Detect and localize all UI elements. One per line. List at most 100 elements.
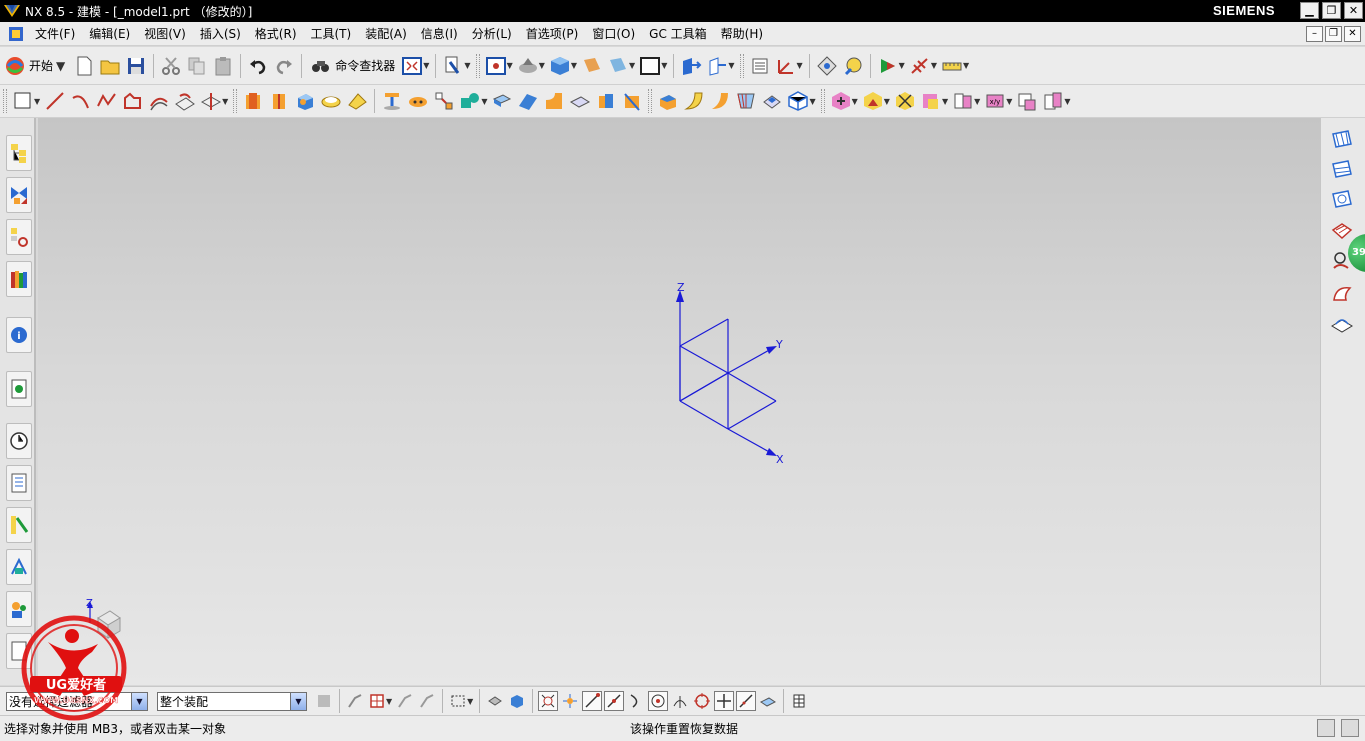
general-selection-icon[interactable]: [344, 689, 366, 713]
doc-minimize-button[interactable]: –: [1306, 26, 1323, 42]
start-button[interactable]: 开始 ▼: [0, 55, 71, 77]
arc-center-icon[interactable]: [648, 691, 669, 711]
analysis-icon[interactable]: [840, 54, 866, 78]
curve-shape-icon[interactable]: [120, 89, 146, 113]
surface-toolbar-icon-7[interactable]: [1330, 314, 1356, 338]
exploded-view-icon[interactable]: [950, 89, 976, 113]
menu-tools[interactable]: 工具(T): [304, 25, 359, 42]
menu-edit[interactable]: 编辑(E): [82, 25, 137, 42]
open-folder-icon[interactable]: [97, 54, 123, 78]
assembly-add-icon[interactable]: [828, 89, 854, 113]
surface-toolbar-icon-3[interactable]: [1330, 188, 1356, 212]
snap-options-icon[interactable]: [559, 689, 581, 713]
cut-icon[interactable]: [158, 54, 184, 78]
doc-restore-button[interactable]: ❐: [1325, 26, 1342, 42]
edge-blend-icon[interactable]: [541, 89, 567, 113]
wcs-orient-icon[interactable]: [773, 54, 799, 78]
web-browser-tab[interactable]: [6, 371, 32, 407]
arc-icon[interactable]: [68, 89, 94, 113]
play-icon[interactable]: [875, 54, 901, 78]
section-view-icon[interactable]: [605, 54, 631, 78]
line-icon[interactable]: [42, 89, 68, 113]
n-sided-icon[interactable]: [759, 89, 785, 113]
hole-icon[interactable]: [379, 89, 405, 113]
point-on-curve-icon[interactable]: [736, 691, 757, 711]
clearance-analysis-icon[interactable]: [1040, 89, 1066, 113]
full-screen-icon[interactable]: [1317, 719, 1335, 737]
sketch-icon[interactable]: [10, 89, 36, 113]
measure-icon[interactable]: [814, 54, 840, 78]
view-orient-icon[interactable]: [579, 54, 605, 78]
grid-select-icon[interactable]: [788, 689, 810, 713]
background-icon[interactable]: [637, 54, 663, 78]
copy-icon[interactable]: [184, 54, 210, 78]
existing-point-icon[interactable]: [714, 691, 735, 711]
chamfer-icon[interactable]: [567, 89, 593, 113]
new-file-icon[interactable]: [71, 54, 97, 78]
boss-icon[interactable]: [405, 89, 431, 113]
wcs-icon[interactable]: [747, 54, 773, 78]
shell-icon[interactable]: [489, 89, 515, 113]
paste-icon[interactable]: [210, 54, 236, 78]
zoom-icon[interactable]: [483, 54, 509, 78]
constraint-navigator-tab[interactable]: [6, 177, 32, 213]
through-curves-icon[interactable]: [707, 89, 733, 113]
restore-button[interactable]: ❐: [1322, 2, 1341, 19]
rotate-view-icon[interactable]: [515, 54, 541, 78]
process-studio-tab[interactable]: [6, 507, 32, 543]
menu-help[interactable]: 帮助(H): [714, 25, 770, 42]
save-icon[interactable]: [123, 54, 149, 78]
body-select-icon[interactable]: [416, 689, 438, 713]
ruler-icon[interactable]: [939, 54, 965, 78]
surface-toolbar-icon-1[interactable]: [1330, 128, 1356, 152]
menu-view[interactable]: 视图(V): [137, 25, 193, 42]
swept-icon[interactable]: [681, 89, 707, 113]
nx-app-icon[interactable]: [8, 26, 24, 42]
mid-point-icon[interactable]: [604, 691, 625, 711]
mirror-assembly-icon[interactable]: [918, 89, 944, 113]
move-layer-icon[interactable]: [704, 54, 730, 78]
feature-select-icon[interactable]: [394, 689, 416, 713]
window-toggle-icon[interactable]: [1341, 719, 1359, 737]
menu-file[interactable]: 文件(F): [28, 25, 82, 42]
selection-scope-select[interactable]: 整个装配 ▼: [157, 691, 307, 711]
menu-format[interactable]: 格式(R): [248, 25, 304, 42]
assembly-navigator-tab[interactable]: [6, 135, 32, 171]
pattern-feature-icon[interactable]: [431, 89, 457, 113]
history-tab[interactable]: [6, 423, 32, 459]
reuse-library-tab[interactable]: [6, 261, 32, 297]
solid-select-icon[interactable]: [506, 689, 528, 713]
part-navigator-tab[interactable]: [6, 219, 32, 255]
quadrant-point-icon[interactable]: [691, 689, 713, 713]
studio-spline-icon[interactable]: [94, 89, 120, 113]
constraint-icon[interactable]: [860, 89, 886, 113]
cone-icon[interactable]: [344, 89, 370, 113]
hd3d-tools-tab[interactable]: i: [6, 317, 32, 353]
tangent-point-icon[interactable]: [669, 689, 691, 713]
menu-assemblies[interactable]: 装配(A): [358, 25, 414, 42]
revolve-icon[interactable]: [266, 89, 292, 113]
datum-csys[interactable]: Z Y X Z: [38, 118, 1320, 685]
block-icon[interactable]: [292, 89, 318, 113]
studio-surface-icon[interactable]: [785, 89, 811, 113]
offset-curve-icon[interactable]: [146, 89, 172, 113]
doc-close-button[interactable]: ✕: [1344, 26, 1361, 42]
thicken-icon[interactable]: [593, 89, 619, 113]
point-on-surface-icon[interactable]: [757, 689, 779, 713]
dimension-icon[interactable]: [907, 54, 933, 78]
move-component-icon[interactable]: [892, 89, 918, 113]
shaded-view-icon[interactable]: [547, 54, 573, 78]
snap-point-filter-icon[interactable]: [366, 689, 388, 713]
combine-icon[interactable]: [457, 89, 483, 113]
minimize-button[interactable]: ▁: [1300, 2, 1319, 19]
menu-analysis[interactable]: 分析(L): [465, 25, 519, 42]
redo-icon[interactable]: [271, 54, 297, 78]
surface-toolbar-icon-6[interactable]: [1330, 282, 1356, 306]
cylinder-icon[interactable]: [318, 89, 344, 113]
intersect-curve-icon[interactable]: [198, 89, 224, 113]
menu-window[interactable]: 窗口(O): [585, 25, 642, 42]
layer-icon[interactable]: [678, 54, 704, 78]
manufacturing-wizards-tab[interactable]: [6, 549, 32, 585]
system-materials-tab[interactable]: [6, 465, 32, 501]
end-point-icon[interactable]: [582, 691, 603, 711]
